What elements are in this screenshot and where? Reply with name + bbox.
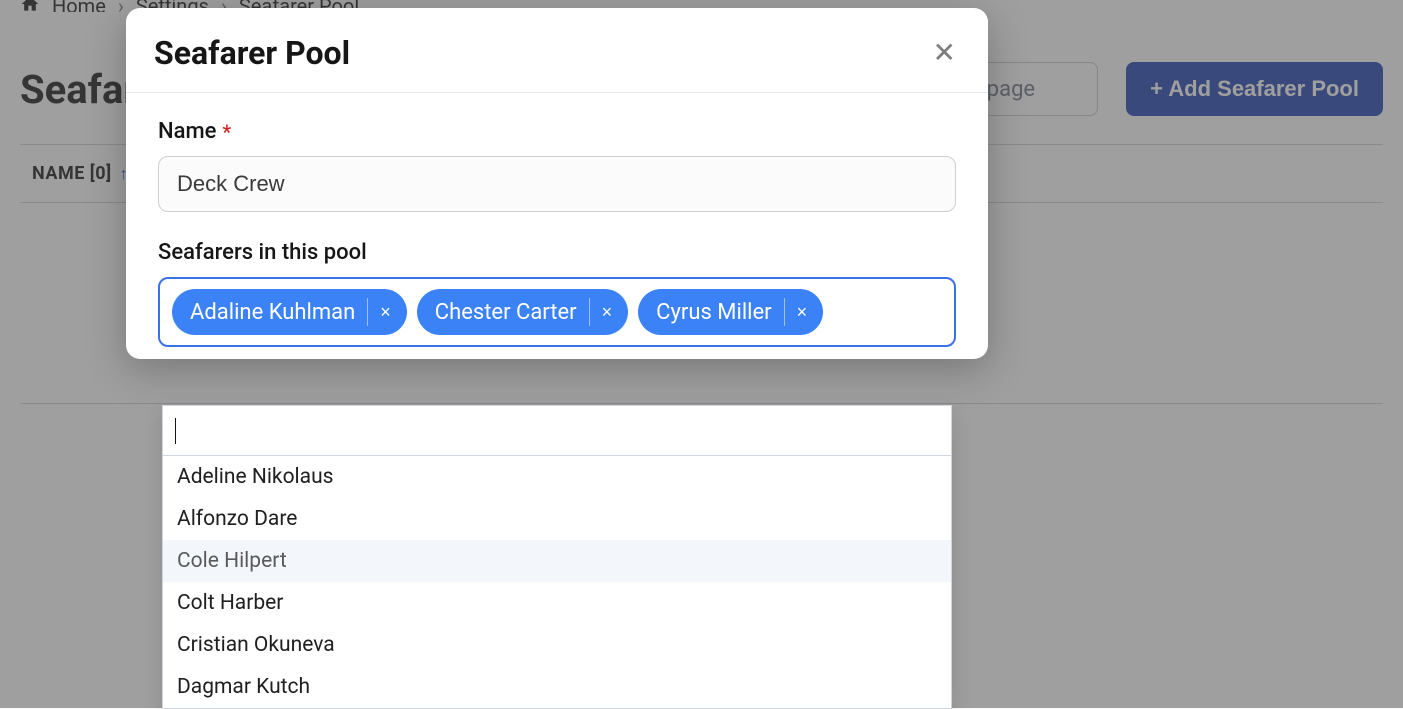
seafarers-label: Seafarers in this pool (158, 240, 956, 265)
multiselect-container: Adaline Kuhlman×Chester Carter×Cyrus Mil… (158, 277, 956, 347)
chip-separator (367, 298, 368, 326)
chip-separator (589, 298, 590, 326)
seafarers-dropdown: Adeline NikolausAlfonzo DareCole Hilpert… (162, 405, 952, 709)
chip: Chester Carter × (417, 289, 628, 335)
dropdown-item[interactable]: Adeline Nikolaus (163, 456, 951, 498)
close-button[interactable]: ✕ (929, 35, 960, 71)
modal-title: Seafarer Pool (154, 34, 350, 72)
seafarers-multiselect[interactable]: Adaline Kuhlman×Chester Carter×Cyrus Mil… (158, 277, 956, 347)
chip-remove-button[interactable]: × (600, 302, 625, 323)
text-cursor (175, 418, 176, 444)
close-icon: ✕ (933, 37, 956, 68)
dropdown-item[interactable]: Dagmar Kutch (163, 666, 951, 708)
dropdown-item[interactable]: Alfonzo Dare (163, 498, 951, 540)
name-label: Name * (158, 119, 956, 144)
dropdown-search-input[interactable] (163, 406, 951, 456)
dropdown-item[interactable]: Colt Harber (163, 582, 951, 624)
chip: Adaline Kuhlman × (172, 289, 407, 335)
chip-separator (784, 298, 785, 326)
modal-header: Seafarer Pool ✕ (126, 8, 988, 93)
chip-remove-button[interactable]: × (378, 302, 403, 323)
chip: Cyrus Miller × (638, 289, 823, 335)
modal-body: Name * Seafarers in this pool Adaline Ku… (126, 93, 988, 355)
name-input[interactable] (158, 156, 956, 212)
chip-label: Chester Carter (435, 300, 577, 325)
required-asterisk: * (222, 120, 231, 144)
seafarer-pool-modal: Seafarer Pool ✕ Name * Seafarers in this… (126, 8, 988, 359)
chip-label: Cyrus Miller (656, 300, 772, 325)
dropdown-item[interactable]: Cole Hilpert (163, 540, 951, 582)
dropdown-list[interactable]: Adeline NikolausAlfonzo DareCole Hilpert… (163, 456, 951, 708)
chip-label: Adaline Kuhlman (190, 300, 355, 325)
chip-remove-button[interactable]: × (795, 302, 820, 323)
dropdown-item[interactable]: Cristian Okuneva (163, 624, 951, 666)
